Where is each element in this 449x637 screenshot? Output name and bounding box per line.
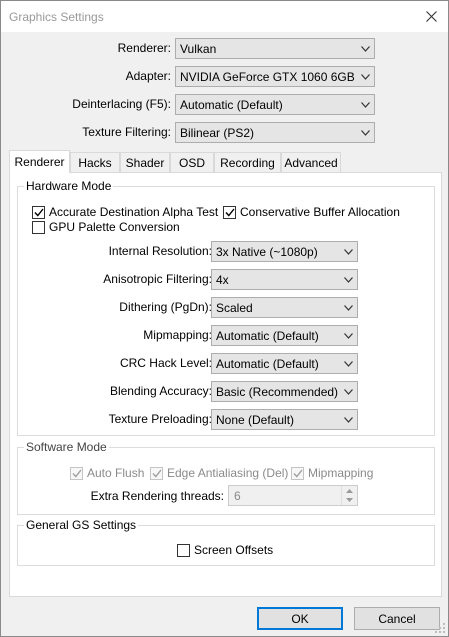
- gpu-palette-checkbox[interactable]: GPU Palette Conversion: [32, 220, 180, 234]
- screen-offsets-label: Screen Offsets: [194, 543, 274, 557]
- tab-shader[interactable]: Shader: [120, 152, 170, 172]
- title-bar[interactable]: Graphics Settings: [1, 1, 448, 32]
- checkmark-icon: [292, 469, 303, 478]
- chevron-down-icon: [346, 497, 353, 502]
- checkbox-box: [32, 205, 45, 219]
- checkbox-box: [177, 543, 190, 557]
- checkbox-box: [291, 466, 304, 480]
- checkmark-icon: [224, 208, 235, 217]
- checkbox-box: [223, 205, 236, 219]
- dithering-select[interactable]: Scaled: [211, 297, 358, 318]
- general-gs-settings-group: General GS Settings Screen Offsets: [17, 518, 435, 566]
- close-button[interactable]: [414, 1, 448, 31]
- adapter-label: Adapter:: [125, 69, 171, 83]
- blending-accuracy-label: Blending Accuracy:: [109, 384, 212, 398]
- checkmark-icon: [151, 469, 162, 478]
- extra-threads-label: Extra Rendering threads:: [90, 489, 224, 503]
- chevron-down-icon: [339, 276, 357, 283]
- tab-recording[interactable]: Recording: [214, 152, 281, 172]
- conservative-buffer-checkbox[interactable]: Conservative Buffer Allocation: [223, 205, 400, 219]
- cancel-button[interactable]: Cancel: [354, 607, 440, 630]
- adapter-value: NVIDIA GeForce GTX 1060 6GB: [180, 69, 355, 84]
- chevron-down-icon: [339, 304, 357, 311]
- internal-resolution-value: 3x Native (~1080p): [216, 244, 318, 259]
- texture-filtering-value: Bilinear (PS2): [180, 125, 255, 140]
- anisotropic-filtering-value: 4x: [216, 272, 229, 287]
- internal-resolution-label: Internal Resolution:: [108, 244, 212, 258]
- checkbox-box: [150, 466, 163, 480]
- gpu-palette-label: GPU Palette Conversion: [49, 220, 180, 234]
- checkbox-box: [32, 220, 45, 234]
- ok-button[interactable]: OK: [257, 607, 343, 630]
- texture-filtering-label: Texture Filtering:: [82, 125, 171, 139]
- software-mipmapping-label: Mipmapping: [308, 466, 374, 480]
- close-icon: [425, 10, 437, 22]
- chevron-up-icon: [346, 488, 353, 493]
- deinterlacing-select[interactable]: Automatic (Default): [175, 94, 375, 115]
- graphics-settings-window: Graphics Settings Renderer: Vulkan Adapt…: [0, 0, 449, 637]
- renderer-tab-panel: Hardware Mode Accurate Destination Alpha…: [9, 172, 442, 597]
- chevron-down-icon: [356, 129, 374, 136]
- spin-buttons: [341, 486, 357, 505]
- blending-accuracy-select[interactable]: Basic (Recommended): [211, 381, 358, 402]
- crc-hack-level-label: CRC Hack Level:: [119, 356, 212, 370]
- extra-threads-value: 6: [234, 488, 241, 503]
- checkbox-box: [70, 466, 83, 480]
- deinterlacing-value: Automatic (Default): [180, 97, 283, 112]
- texture-filtering-select[interactable]: Bilinear (PS2): [175, 122, 375, 143]
- chevron-down-icon: [356, 45, 374, 52]
- renderer-label: Renderer:: [117, 41, 171, 55]
- software-mode-group: Software Mode Auto Flush Edge Antialiasi…: [17, 440, 435, 515]
- chevron-down-icon: [356, 101, 374, 108]
- chevron-down-icon: [339, 360, 357, 367]
- hardware-mode-group: Hardware Mode Accurate Destination Alpha…: [17, 179, 435, 436]
- software-mode-title: Software Mode: [24, 440, 109, 454]
- mipmapping-label: Mipmapping:: [143, 328, 212, 342]
- internal-resolution-select[interactable]: 3x Native (~1080p): [211, 241, 358, 262]
- spin-up-button[interactable]: [342, 486, 357, 495]
- auto-flush-label: Auto Flush: [87, 466, 145, 480]
- tab-advanced[interactable]: Advanced: [281, 152, 341, 172]
- chevron-down-icon: [339, 248, 357, 255]
- conservative-buffer-label: Conservative Buffer Allocation: [240, 205, 400, 219]
- chevron-down-icon: [339, 332, 357, 339]
- deinterlacing-label: Deinterlacing (F5):: [72, 97, 171, 111]
- tab-renderer[interactable]: Renderer: [9, 150, 70, 173]
- chevron-down-icon: [356, 73, 374, 80]
- resize-grip-icon[interactable]: [435, 623, 445, 633]
- blending-accuracy-value: Basic (Recommended): [216, 384, 339, 399]
- software-mipmapping-checkbox[interactable]: Mipmapping: [291, 466, 373, 480]
- extra-threads-spinbox[interactable]: 6: [228, 485, 358, 506]
- chevron-down-icon: [339, 388, 357, 395]
- texture-preloading-value: None (Default): [216, 412, 295, 427]
- texture-preloading-select[interactable]: None (Default): [211, 409, 358, 430]
- checkmark-icon: [71, 469, 82, 478]
- screen-offsets-checkbox[interactable]: Screen Offsets: [177, 543, 273, 557]
- general-gs-settings-title: General GS Settings: [24, 518, 139, 532]
- accurate-dest-alpha-label: Accurate Destination Alpha Test: [49, 205, 219, 219]
- window-title: Graphics Settings: [9, 10, 104, 24]
- checkmark-icon: [33, 208, 44, 217]
- anisotropic-filtering-label: Anisotropic Filtering:: [103, 272, 212, 286]
- dithering-label: Dithering (PgDn):: [119, 300, 212, 314]
- anisotropic-filtering-select[interactable]: 4x: [211, 269, 358, 290]
- dithering-value: Scaled: [216, 300, 253, 315]
- chevron-down-icon: [339, 416, 357, 423]
- accurate-dest-alpha-checkbox[interactable]: Accurate Destination Alpha Test: [32, 205, 218, 219]
- tab-osd[interactable]: OSD: [170, 152, 214, 172]
- mipmapping-select[interactable]: Automatic (Default): [211, 325, 358, 346]
- edge-antialiasing-label: Edge Antialiasing (Del): [167, 466, 289, 480]
- crc-hack-level-select[interactable]: Automatic (Default): [211, 353, 358, 374]
- renderer-value: Vulkan: [180, 41, 217, 56]
- auto-flush-checkbox[interactable]: Auto Flush: [70, 466, 144, 480]
- texture-preloading-label: Texture Preloading:: [108, 412, 212, 426]
- crc-hack-level-value: Automatic (Default): [216, 356, 319, 371]
- mipmapping-value: Automatic (Default): [216, 328, 319, 343]
- edge-antialiasing-checkbox[interactable]: Edge Antialiasing (Del): [150, 466, 288, 480]
- renderer-select[interactable]: Vulkan: [175, 38, 375, 59]
- hardware-mode-title: Hardware Mode: [24, 179, 114, 193]
- adapter-select[interactable]: NVIDIA GeForce GTX 1060 6GB: [175, 66, 375, 87]
- tab-hacks[interactable]: Hacks: [70, 152, 120, 172]
- spin-down-button[interactable]: [342, 495, 357, 504]
